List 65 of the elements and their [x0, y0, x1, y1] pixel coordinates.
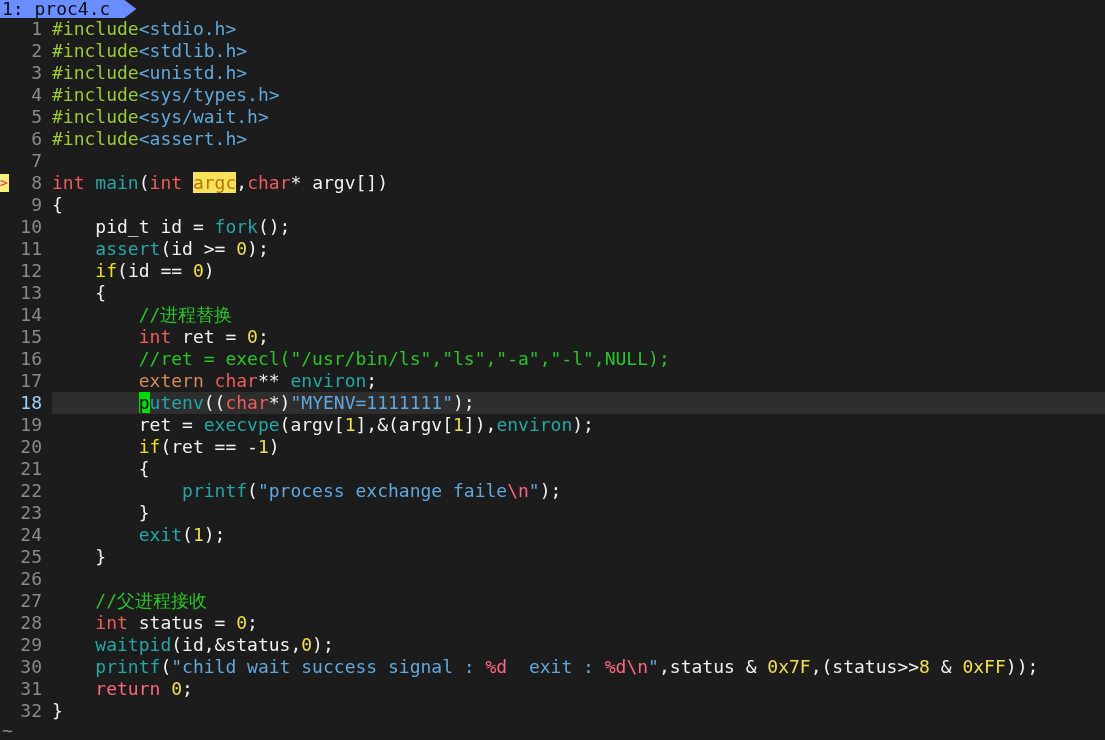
- code-line: printf("process exchange faile\n");: [181, 480, 562, 501]
- code-line: exit(1);: [137, 524, 226, 545]
- code-line: #include<stdlib.h>: [52, 40, 248, 61]
- line-number: 23: [19, 502, 42, 524]
- code-line: int main(int argc,char* argv[]): [52, 172, 389, 193]
- code-line: #include<sys/wait.h>: [52, 106, 269, 127]
- line-number: 27: [19, 590, 42, 612]
- line-number: 4: [30, 84, 42, 106]
- line-number: 20: [19, 436, 42, 458]
- line-number: 18: [19, 392, 42, 414]
- code-line: waitpid(id,&status,0);: [94, 634, 334, 655]
- line-number: 14: [19, 304, 42, 326]
- line-number: 32: [19, 700, 42, 722]
- sign-marker: >: [0, 174, 9, 192]
- line-number: 19: [19, 414, 42, 436]
- line-number: 10: [19, 216, 42, 238]
- line-number: 2: [30, 40, 42, 62]
- code-line: //进程替换: [137, 304, 233, 325]
- code-line: #include<sys/types.h>: [52, 84, 280, 105]
- file-tab[interactable]: 1: proc4.c: [0, 0, 137, 18]
- code-line: return 0;: [94, 678, 193, 699]
- line-number: 6: [30, 128, 42, 150]
- line-number: 16: [19, 348, 42, 370]
- line-number: 30: [19, 656, 42, 678]
- line-number: 17: [19, 370, 42, 392]
- line-number: 3: [30, 62, 42, 84]
- line-number: 1: [30, 18, 42, 40]
- code-line: assert(id >= 0);: [94, 238, 269, 259]
- line-number: 28: [19, 612, 42, 634]
- code-line: }: [137, 502, 150, 523]
- code-line: extern char** environ;: [137, 370, 378, 391]
- code-line: #include<stdio.h>: [52, 18, 237, 39]
- empty-line-marker: ~: [1, 722, 14, 740]
- line-number: 24: [19, 524, 42, 546]
- code-line: }: [52, 700, 63, 721]
- code-line: printf("child wait success signal : %d exit : %d\n",status & 0x7F,(status>>8 & 0xFF));: [94, 656, 1039, 677]
- code-line: //父进程接收: [94, 590, 208, 611]
- line-number: 29: [19, 634, 42, 656]
- code-line: }: [94, 546, 107, 567]
- code-line: //ret = execl("/usr/bin/ls","ls","-a","-l",NULL);: [137, 348, 670, 369]
- line-number: 12: [19, 260, 42, 282]
- line-number: 7: [30, 150, 42, 172]
- code-line: if(ret == -1): [137, 436, 280, 457]
- line-number: 9: [30, 194, 42, 216]
- code-line: int status = 0;: [94, 612, 258, 633]
- code-line: {: [94, 282, 107, 303]
- line-number: 5: [30, 106, 42, 128]
- code-line: #include<unistd.h>: [52, 62, 248, 83]
- code-line: pid_t id = fork();: [94, 216, 291, 237]
- line-number: 8: [30, 172, 42, 194]
- line-number: 25: [19, 546, 42, 568]
- line-number: 26: [19, 568, 42, 590]
- code-line: {: [137, 458, 150, 479]
- code-line: int ret = 0;: [137, 326, 269, 347]
- code-line: #include<assert.h>: [52, 128, 248, 149]
- line-number: 15: [19, 326, 42, 348]
- code-line: putenv((char*)"MYENV=1111111");: [137, 392, 475, 413]
- code-line: if(id == 0): [94, 260, 215, 281]
- line-number: 22: [19, 480, 42, 502]
- line-number: 21: [19, 458, 42, 480]
- line-number: 11: [19, 238, 42, 260]
- line-number: 13: [19, 282, 42, 304]
- code-line: ret = execvpe(argv[1],&(argv[1]),environ);: [137, 414, 594, 435]
- code-line: {: [52, 194, 63, 215]
- line-number: 31: [19, 678, 42, 700]
